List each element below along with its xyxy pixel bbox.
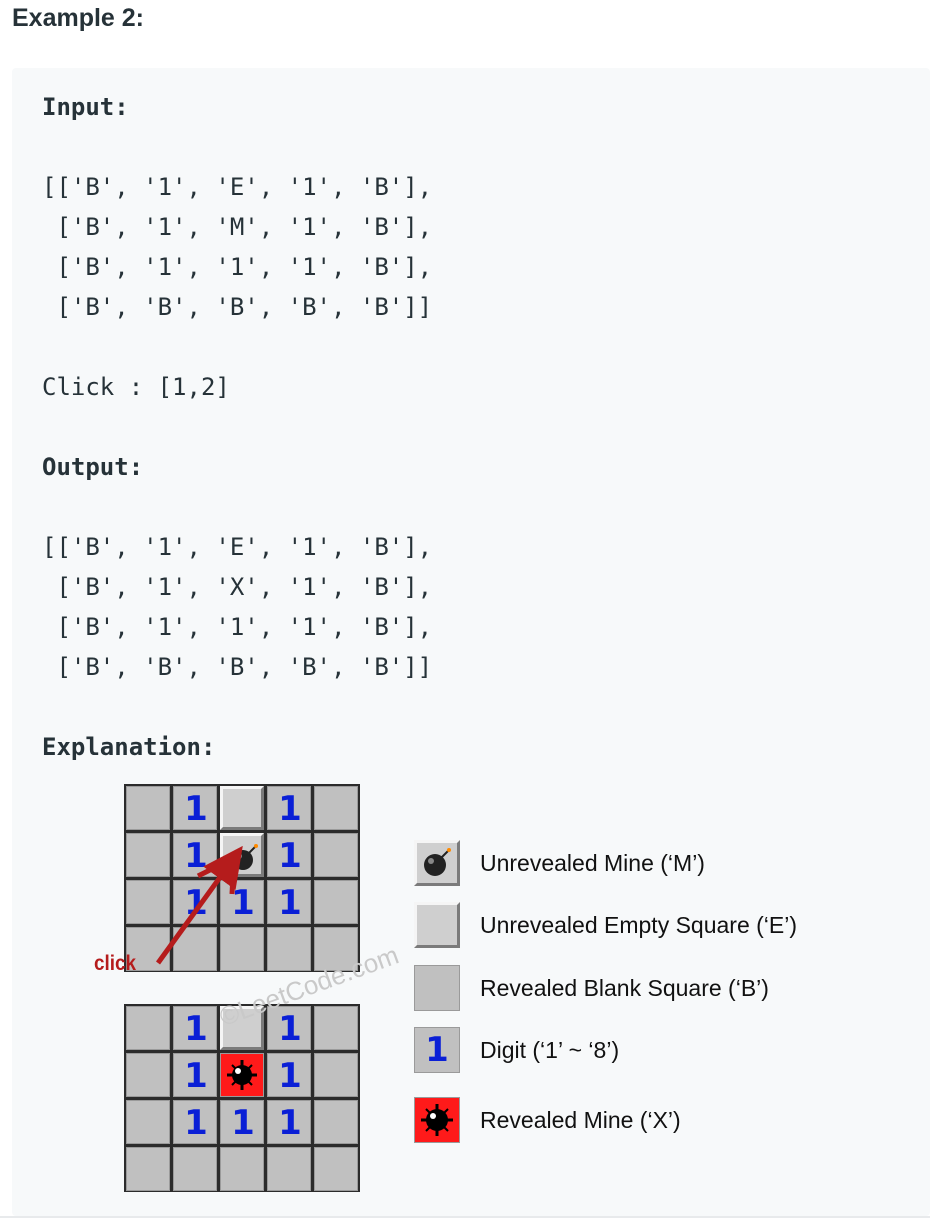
input-label: Input: [42, 93, 129, 121]
legend-revealed-mine: Revealed Mine (‘X’) [480, 1107, 681, 1133]
input-row: [['B', '1', 'E', '1', 'B'], [42, 173, 433, 201]
board-cell [314, 786, 358, 830]
output-label: Output: [42, 453, 144, 481]
board-cell [126, 833, 170, 877]
board-cell: 1 [173, 1053, 217, 1097]
board-cell [267, 927, 311, 971]
cell-digit: 1 [278, 1103, 302, 1143]
board-cell: 1 [267, 880, 311, 924]
output-row: ['B', '1', 'X', '1', 'B'], [42, 573, 433, 601]
board-cell [220, 927, 264, 971]
input-row: ['B', '1', 'M', '1', 'B'], [42, 213, 433, 241]
cell-digit: 1 [278, 789, 302, 829]
board-cell [220, 833, 264, 877]
legend-revealed-mine-tile [414, 1097, 460, 1143]
legend-revealed-blank-tile [414, 965, 460, 1011]
example-heading: Example 2: [12, 4, 145, 32]
cell-digit: 1 [184, 1056, 208, 1096]
legend-unrevealed-mine: Unrevealed Mine (‘M’) [480, 850, 705, 876]
board-cell: 1 [173, 880, 217, 924]
digit-one-icon: 1 [425, 1030, 449, 1070]
revealed-mine-icon [421, 1104, 453, 1136]
divider [0, 1216, 930, 1218]
board-cell: 1 [267, 1053, 311, 1097]
bomb-icon [424, 848, 451, 876]
board-cell [220, 1053, 264, 1097]
board-cell [314, 880, 358, 924]
board-cell [126, 786, 170, 830]
board-cell: 1 [173, 786, 217, 830]
cell-digit: 1 [278, 883, 302, 923]
board-cell [314, 1006, 358, 1050]
input-row: ['B', 'B', 'B', 'B', 'B']] [42, 293, 433, 321]
board-cell [314, 1100, 358, 1144]
cell-digit: 1 [184, 1009, 208, 1049]
board-cell [314, 833, 358, 877]
input-row: ['B', '1', '1', '1', 'B'], [42, 253, 433, 281]
cell-digit: 1 [184, 883, 208, 923]
legend-digit-tile: 1 [414, 1027, 460, 1073]
legend-unrevealed-empty-tile [414, 902, 460, 948]
cell-digit: 1 [184, 836, 208, 876]
board-cell: 1 [220, 880, 264, 924]
board-cell: 1 [267, 786, 311, 830]
board-cell: 1 [267, 833, 311, 877]
board-cell [314, 1053, 358, 1097]
output-row: ['B', 'B', 'B', 'B', 'B']] [42, 653, 433, 681]
board-cell: 1 [267, 1100, 311, 1144]
board-cell [126, 1147, 170, 1191]
cell-digit: 1 [184, 1103, 208, 1143]
output-row: ['B', '1', '1', '1', 'B'], [42, 613, 433, 641]
board-cell [220, 786, 264, 830]
board-cell: 1 [173, 833, 217, 877]
legend-unrevealed-empty: Unrevealed Empty Square (‘E’) [480, 912, 798, 938]
board-before: 1111111 [124, 784, 360, 972]
board-cell [314, 1147, 358, 1191]
cell-digit: 1 [278, 1056, 302, 1096]
explanation-label: Explanation: [42, 733, 216, 761]
click-annotation: click [94, 952, 137, 975]
board-cell [173, 927, 217, 971]
board-cell: 1 [173, 1006, 217, 1050]
cell-digit: 1 [184, 789, 208, 829]
click-line: Click : [1,2] [42, 373, 230, 401]
cell-digit: 1 [278, 836, 302, 876]
board-cell [126, 880, 170, 924]
board-cell: 1 [220, 1100, 264, 1144]
cell-digit: 1 [231, 1103, 255, 1143]
board-cell: 1 [173, 1100, 217, 1144]
board-cell [126, 1053, 170, 1097]
legend-digit: Digit (‘1’ ~ ‘8’) [480, 1037, 620, 1063]
board-cell [173, 1147, 217, 1191]
board-cell [220, 1147, 264, 1191]
legend-revealed-blank: Revealed Blank Square (‘B’) [480, 975, 769, 1001]
board-cell [126, 1100, 170, 1144]
board-cell [126, 1006, 170, 1050]
cell-digit: 1 [231, 883, 255, 923]
output-row: [['B', '1', 'E', '1', 'B'], [42, 533, 433, 561]
board-cell [267, 1147, 311, 1191]
board-after: 1111111 [124, 1004, 360, 1192]
legend-unrevealed-mine-tile [414, 840, 460, 886]
